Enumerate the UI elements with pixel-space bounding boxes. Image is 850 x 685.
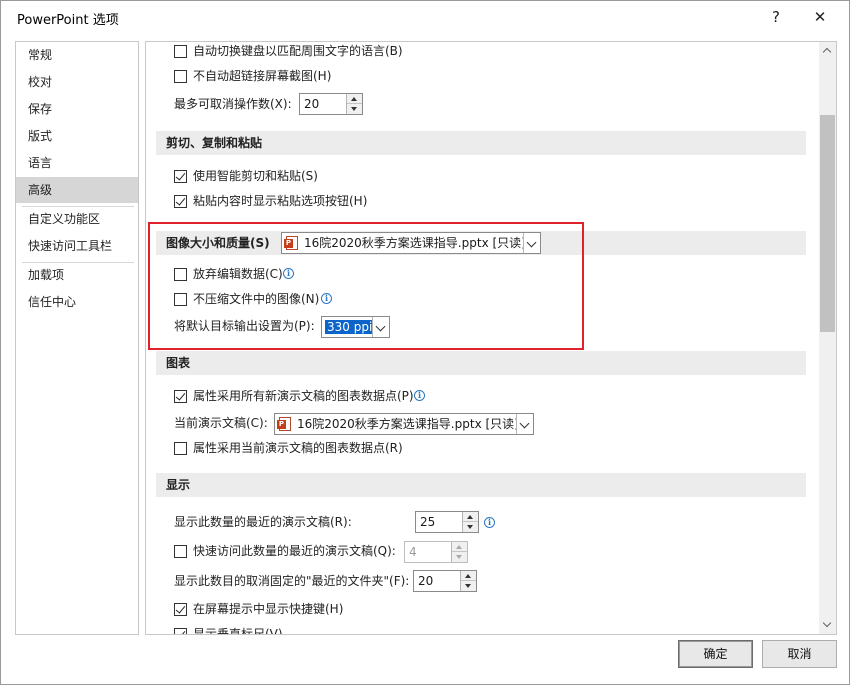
close-button[interactable]: ✕: [805, 5, 835, 29]
all-new-docs-props-checkbox[interactable]: [174, 390, 187, 403]
spin-down-icon[interactable]: [452, 552, 467, 562]
unpinned-folders-spinner[interactable]: 20: [413, 570, 477, 592]
current-doc-label: 当前演示文稿(C):: [174, 416, 268, 430]
help-button[interactable]: ?: [761, 5, 791, 29]
nav-item-trust-center[interactable]: 信任中心: [16, 289, 138, 315]
smart-cut-paste-checkbox[interactable]: [174, 170, 187, 183]
nav-item-save[interactable]: 保存: [16, 96, 138, 122]
show-shortcuts-label: 在屏幕提示中显示快捷键(H): [193, 602, 344, 616]
cancel-button[interactable]: 取消: [762, 640, 837, 668]
title-bar: PowerPoint 选项 ? ✕: [1, 1, 849, 33]
section-header-display: 显示: [156, 473, 806, 497]
options-dialog: PowerPoint 选项 ? ✕ 常规 校对 保存 版式 语言 高级 自定义功…: [0, 0, 850, 685]
spin-down-icon[interactable]: [461, 581, 476, 591]
quick-access-spinner[interactable]: 4: [404, 541, 468, 563]
pptx-file-icon: [277, 417, 291, 431]
show-paste-options-label: 粘贴内容时显示粘贴选项按钮(H): [193, 194, 368, 208]
show-paste-options-checkbox[interactable]: [174, 195, 187, 208]
quick-access-value: 4: [409, 545, 417, 559]
nav-item-add-ins[interactable]: 加载项: [16, 262, 138, 288]
dialog-title: PowerPoint 选项: [17, 13, 119, 28]
nav-item-general[interactable]: 常规: [16, 42, 138, 68]
max-undo-label: 最多可取消操作数(X):: [174, 97, 292, 111]
quick-access-checkbox[interactable]: [174, 545, 187, 558]
spin-up-icon[interactable]: [347, 94, 362, 104]
current-doc-props-label: 属性采用当前演示文稿的图表数据点(R): [193, 441, 403, 455]
spin-up-icon[interactable]: [452, 542, 467, 552]
current-doc-value: 16院2020秋季方案选课指导.pptx [只读]: [297, 417, 519, 431]
max-undo-value: 20: [304, 97, 320, 111]
scroll-up-icon[interactable]: [819, 42, 836, 59]
section-header-chart: 图表: [156, 351, 806, 375]
section-header-cut-copy-paste: 剪切、复制和粘贴: [156, 131, 806, 155]
no-hyperlink-screenshot-checkbox[interactable]: [174, 70, 187, 83]
unpinned-folders-value: 20: [418, 574, 434, 588]
dropdown-arrow-icon[interactable]: [516, 414, 533, 434]
auto-keyboard-checkbox[interactable]: [174, 45, 187, 58]
info-icon: i: [414, 390, 425, 401]
all-new-docs-props-label: 属性采用所有新演示文稿的图表数据点(P): [193, 389, 414, 403]
no-hyperlink-screenshot-label: 不自动超链接屏幕截图(H): [193, 69, 332, 83]
max-undo-spinner[interactable]: 20: [299, 93, 363, 115]
smart-cut-paste-label: 使用智能剪切和粘贴(S): [193, 169, 318, 183]
nav-item-quick-access-toolbar[interactable]: 快速访问工具栏: [16, 233, 138, 259]
close-icon: ✕: [813, 8, 827, 26]
current-doc-props-checkbox[interactable]: [174, 442, 187, 455]
auto-keyboard-label: 自动切换键盘以匹配周围文字的语言(B): [193, 44, 403, 58]
help-icon: ?: [772, 8, 780, 26]
unpinned-folders-label: 显示此数目的取消固定的"最近的文件夹"(F):: [174, 574, 410, 588]
nav-item-proofing[interactable]: 校对: [16, 69, 138, 95]
nav-item-advanced[interactable]: 高级: [16, 177, 138, 203]
spin-down-icon[interactable]: [463, 522, 478, 532]
recent-docs-value: 25: [420, 515, 436, 529]
recent-docs-spinner[interactable]: 25: [415, 511, 479, 533]
spin-down-icon[interactable]: [347, 104, 362, 114]
show-vertical-ruler-label: 显示垂直标尺(V): [193, 627, 283, 635]
spin-up-icon[interactable]: [463, 512, 478, 522]
current-doc-dropdown[interactable]: 16院2020秋季方案选课指导.pptx [只读]: [274, 413, 534, 435]
ok-button[interactable]: 确定: [678, 640, 753, 668]
show-shortcuts-checkbox[interactable]: [174, 603, 187, 616]
info-icon: i: [484, 517, 495, 528]
scrollbar-thumb[interactable]: [820, 115, 835, 332]
quick-access-label: 快速访问此数量的最近的演示文稿(Q):: [193, 544, 396, 558]
scroll-down-icon[interactable]: [819, 617, 836, 634]
show-vertical-ruler-checkbox[interactable]: [174, 628, 187, 634]
nav-item-layout[interactable]: 版式: [16, 123, 138, 149]
red-highlight-box: [148, 222, 584, 350]
nav-item-language[interactable]: 语言: [16, 150, 138, 176]
vertical-scrollbar[interactable]: [819, 42, 836, 634]
nav-item-customize-ribbon[interactable]: 自定义功能区: [16, 206, 138, 232]
options-nav: 常规 校对 保存 版式 语言 高级 自定义功能区 快速访问工具栏 加载项 信任中…: [15, 41, 139, 635]
recent-docs-label: 显示此数量的最近的演示文稿(R):: [174, 515, 352, 529]
spin-up-icon[interactable]: [461, 571, 476, 581]
